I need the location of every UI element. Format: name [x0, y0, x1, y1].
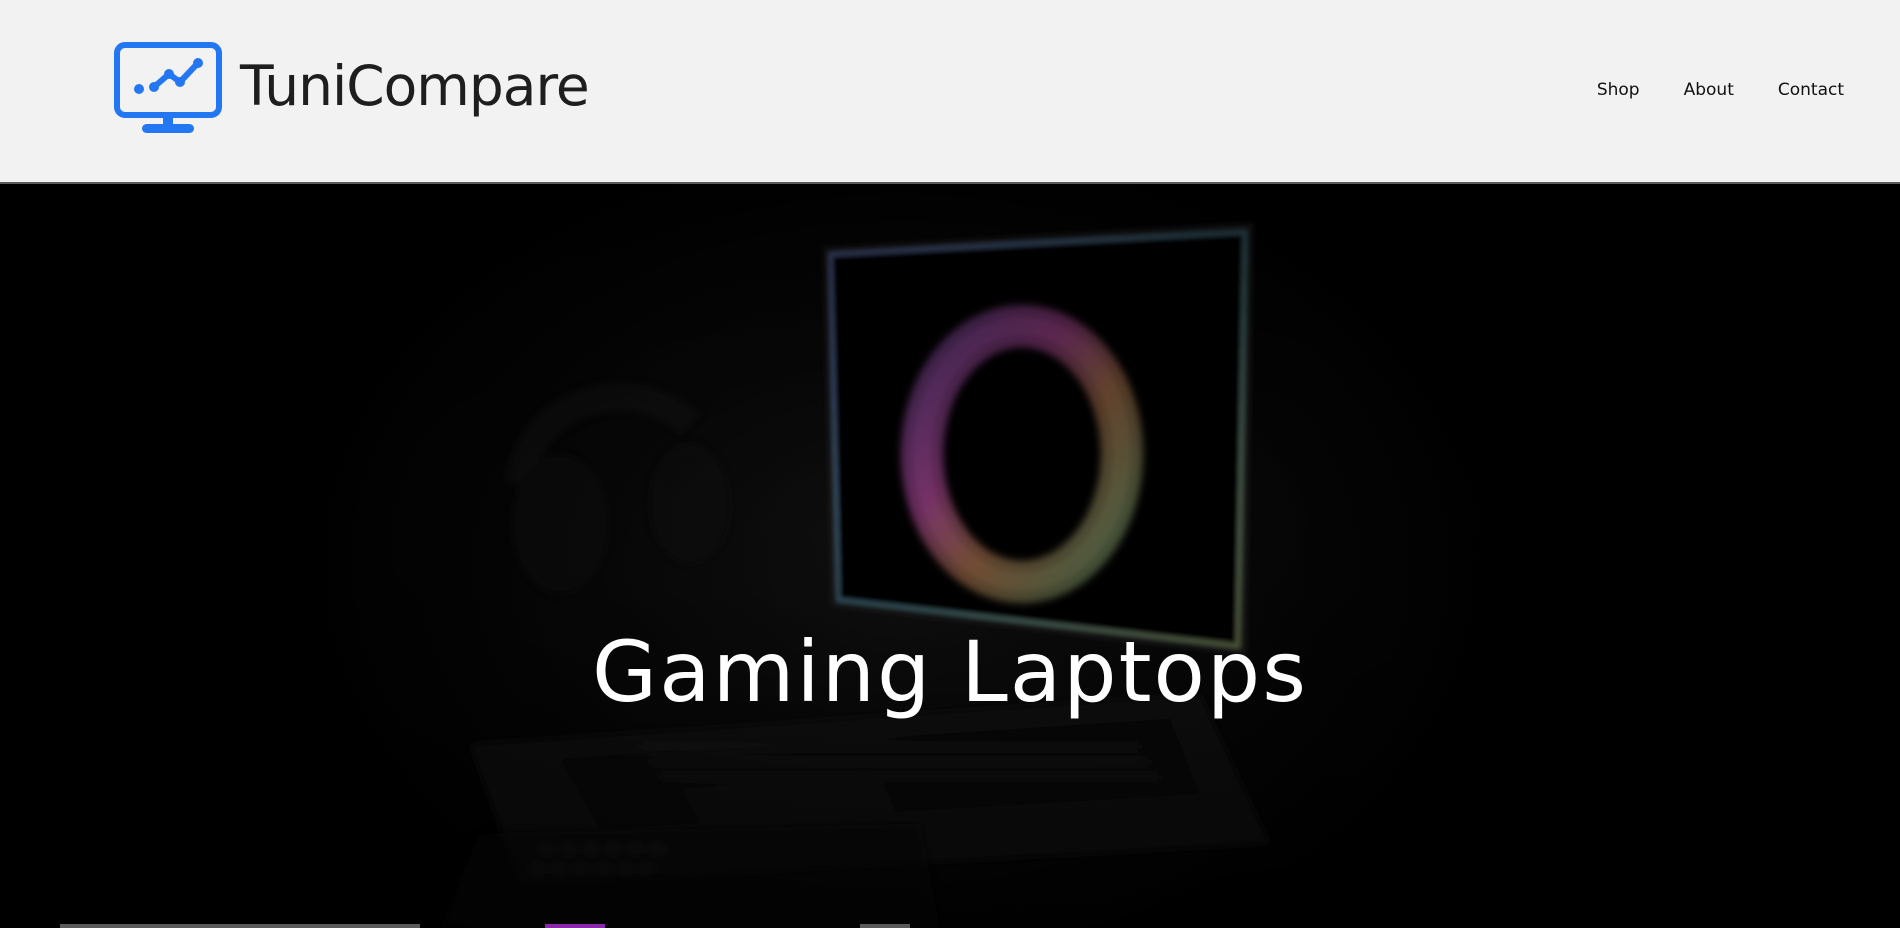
hero-background-image: [0, 184, 1900, 928]
site-header: TuniCompare Shop About Contact: [0, 0, 1900, 184]
main-nav: Shop About Contact: [1597, 80, 1844, 100]
nav-link-about[interactable]: About: [1684, 80, 1734, 100]
hero-title: Gaming Laptops: [592, 623, 1308, 721]
hero-banner: Gaming Laptops: [0, 184, 1900, 928]
brand-logo-link[interactable]: TuniCompare: [114, 42, 590, 136]
nav-link-contact[interactable]: Contact: [1778, 80, 1844, 100]
brand-name: TuniCompare: [240, 53, 590, 118]
monitor-chart-icon: [114, 42, 222, 133]
nav-link-shop[interactable]: Shop: [1597, 80, 1640, 100]
